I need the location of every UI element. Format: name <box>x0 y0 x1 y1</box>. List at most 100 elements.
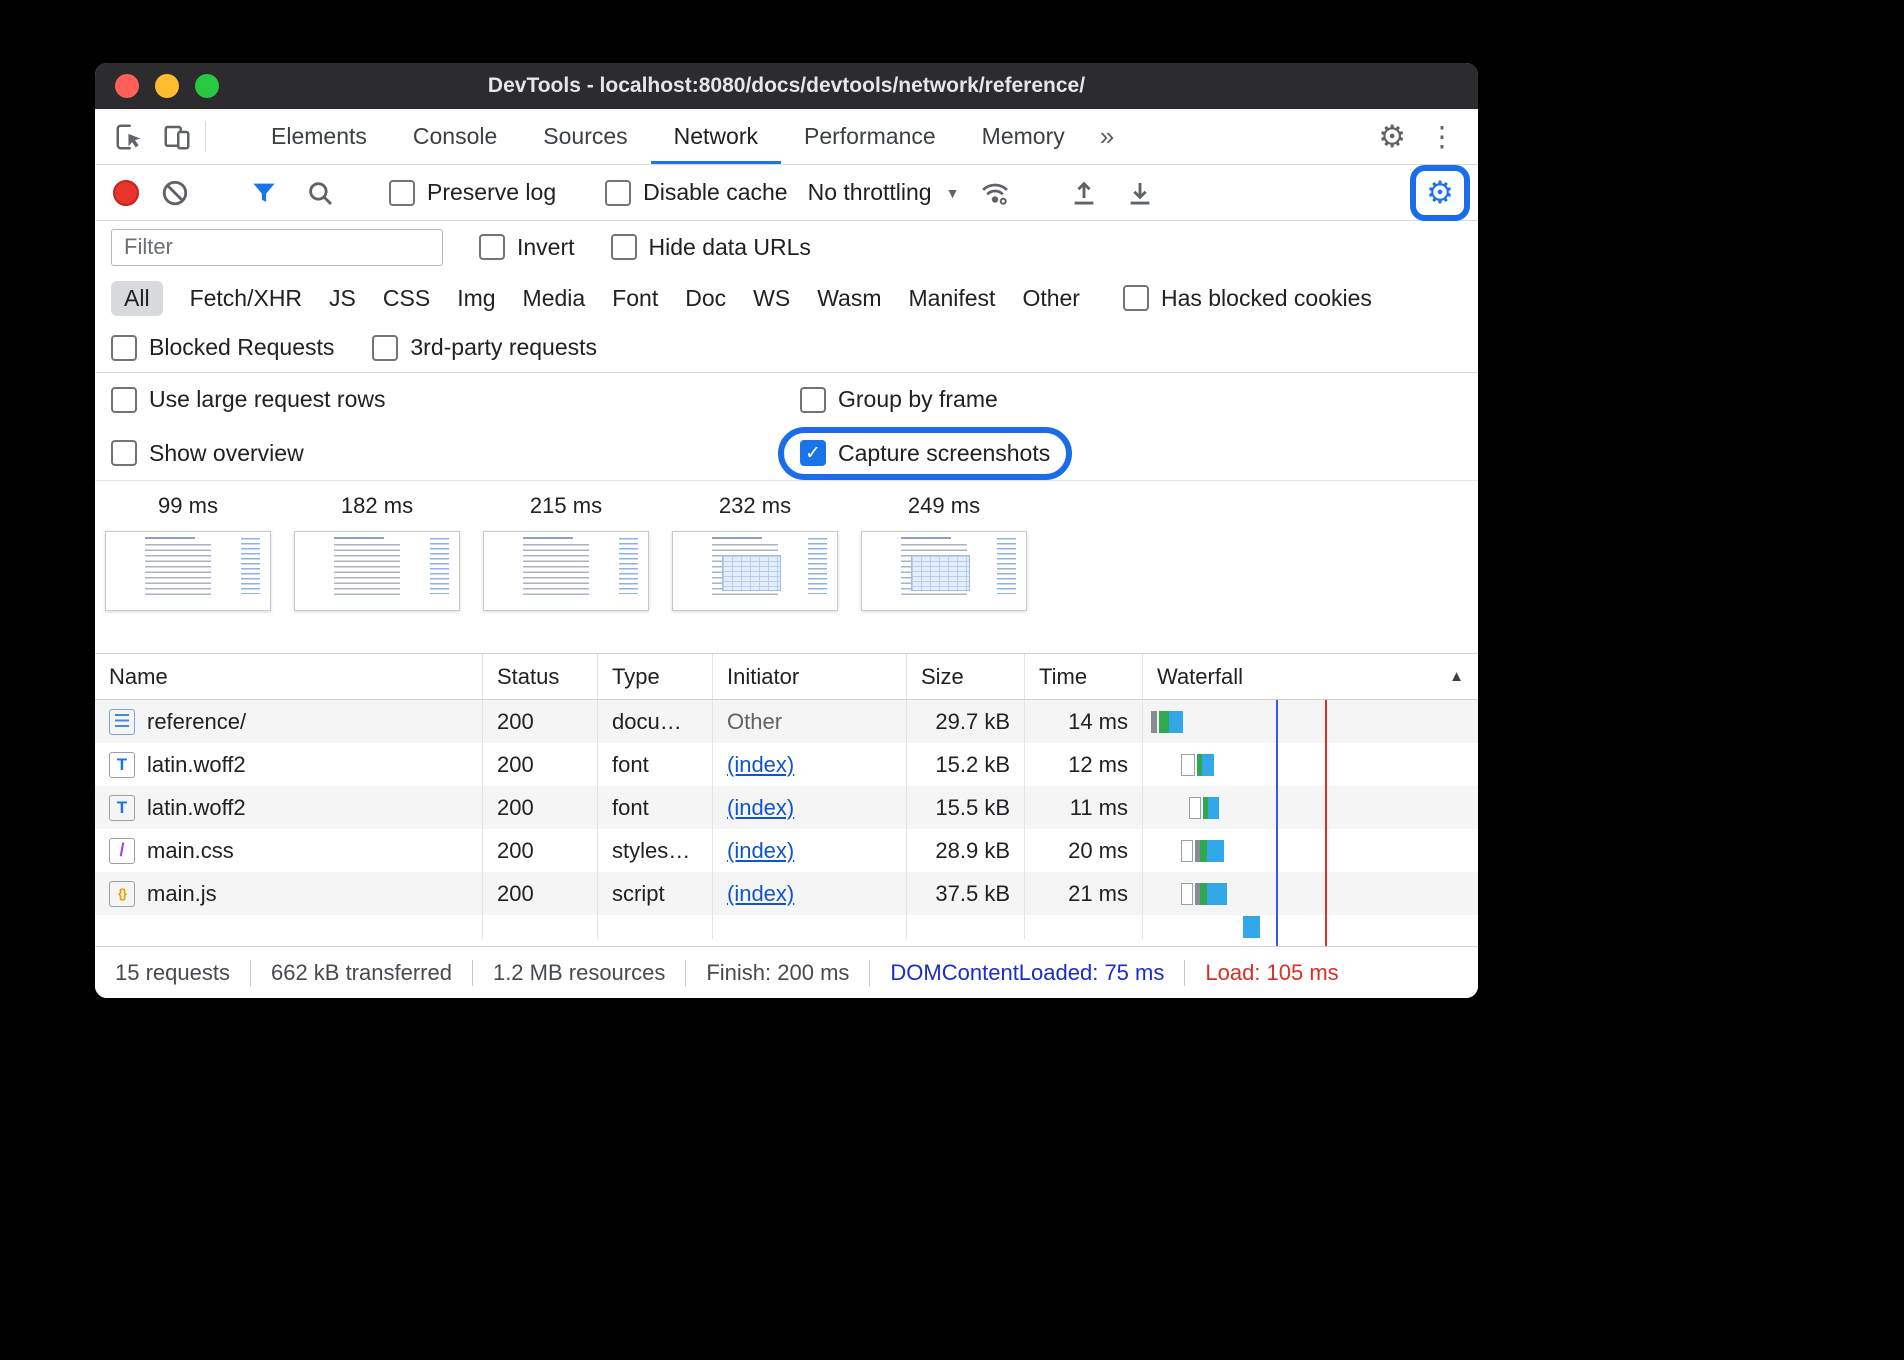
network-conditions-icon[interactable] <box>975 173 1015 213</box>
chip-wasm[interactable]: Wasm <box>817 285 881 312</box>
tab-performance[interactable]: Performance <box>781 109 959 164</box>
initiator-link[interactable]: (index) <box>727 795 794 821</box>
initiator-link[interactable]: (index) <box>727 752 794 778</box>
hide-data-urls-checkbox[interactable]: Hide data URLs <box>611 234 811 261</box>
checkbox[interactable] <box>479 234 505 260</box>
settings-gear-icon[interactable]: ⚙ <box>1378 121 1406 152</box>
name-cell: reference/ <box>95 700 483 743</box>
network-settings-gear-icon[interactable]: ⚙ <box>1420 173 1460 213</box>
import-har-icon[interactable] <box>1064 173 1104 213</box>
hide-data-urls-label: Hide data URLs <box>649 234 811 261</box>
chip-js[interactable]: JS <box>329 285 356 312</box>
tab-memory[interactable]: Memory <box>959 109 1088 164</box>
checkbox[interactable] <box>605 180 631 206</box>
filmstrip-thumbnail[interactable] <box>105 531 271 611</box>
preserve-log-label: Preserve log <box>427 179 556 206</box>
blocked-requests-checkbox[interactable]: Blocked Requests <box>111 334 334 361</box>
font-icon: T <box>109 752 135 778</box>
filmstrip-frame[interactable]: 182 ms <box>294 493 460 653</box>
checkbox[interactable] <box>1123 285 1149 311</box>
chip-img[interactable]: Img <box>457 285 495 312</box>
divider <box>1184 960 1185 986</box>
checkbox[interactable] <box>800 387 826 413</box>
request-name: main.js <box>147 881 217 907</box>
checkbox[interactable] <box>389 180 415 206</box>
table-row[interactable]: Tlatin.woff2200font(index)15.2 kB12 ms <box>95 743 1478 786</box>
thumb-skeleton-sidebar <box>430 538 450 594</box>
third-party-requests-checkbox[interactable]: 3rd-party requests <box>372 334 597 361</box>
tab-elements[interactable]: Elements <box>248 109 390 164</box>
chip-fetch-xhr[interactable]: Fetch/XHR <box>190 285 302 312</box>
chip-other[interactable]: Other <box>1022 285 1080 312</box>
filmstrip-frame[interactable]: 215 ms <box>483 493 649 653</box>
column-header-status[interactable]: Status <box>483 654 598 699</box>
column-header-initiator[interactable]: Initiator <box>713 654 907 699</box>
chip-css[interactable]: CSS <box>383 285 430 312</box>
chip-media[interactable]: Media <box>523 285 586 312</box>
tab-sources[interactable]: Sources <box>520 109 650 164</box>
filmstrip-frame[interactable]: 232 ms <box>672 493 838 653</box>
group-by-frame-checkbox[interactable]: Group by frame <box>800 386 1462 413</box>
minimize-window-button[interactable] <box>155 74 179 98</box>
more-tabs-chevron[interactable]: » <box>1088 109 1126 164</box>
preserve-log-checkbox[interactable]: Preserve log <box>389 179 556 206</box>
chip-manifest[interactable]: Manifest <box>909 285 996 312</box>
checkbox[interactable] <box>111 440 137 466</box>
search-icon[interactable] <box>300 173 340 213</box>
has-blocked-cookies-checkbox[interactable]: Has blocked cookies <box>1123 285 1372 312</box>
chip-ws[interactable]: WS <box>753 285 790 312</box>
thumb-skeleton-sidebar <box>241 538 261 594</box>
status-item: 15 requests <box>115 960 230 986</box>
filmstrip-thumbnail[interactable] <box>672 531 838 611</box>
use-large-request-rows-checkbox[interactable]: Use large request rows <box>111 386 800 413</box>
initiator-link[interactable]: (index) <box>727 881 794 907</box>
column-header-time[interactable]: Time <box>1025 654 1143 699</box>
divider <box>685 960 686 986</box>
invert-checkbox[interactable]: Invert <box>479 234 575 261</box>
chip-font[interactable]: Font <box>612 285 658 312</box>
waterfall-segment <box>1200 883 1207 905</box>
initiator-cell: (index) <box>713 786 907 829</box>
column-header-name[interactable]: Name <box>95 654 483 699</box>
kebab-menu-icon[interactable]: ⋮ <box>1428 123 1456 151</box>
table-row[interactable]: reference/200docu…Other29.7 kB14 ms <box>95 700 1478 743</box>
disable-cache-checkbox[interactable]: Disable cache <box>605 179 787 206</box>
table-row[interactable]: {}main.js200script(index)37.5 kB21 ms <box>95 872 1478 915</box>
table-row[interactable]: Tlatin.woff2200font(index)15.5 kB11 ms <box>95 786 1478 829</box>
checkbox[interactable] <box>111 335 137 361</box>
filmstrip-thumbnail[interactable] <box>294 531 460 611</box>
zoom-window-button[interactable] <box>195 74 219 98</box>
filmstrip-frame[interactable]: 99 ms <box>105 493 271 653</box>
inspect-cursor-icon[interactable] <box>109 117 149 157</box>
initiator-link[interactable]: (index) <box>727 838 794 864</box>
title-bar: DevTools - localhost:8080/docs/devtools/… <box>95 63 1478 109</box>
funnel-icon[interactable] <box>244 173 284 213</box>
column-label: Size <box>921 664 964 690</box>
filmstrip-thumbnail[interactable] <box>861 531 1027 611</box>
filmstrip-frame[interactable]: 249 ms <box>861 493 1027 653</box>
export-har-icon[interactable] <box>1120 173 1160 213</box>
clear-icon[interactable] <box>155 173 195 213</box>
throttling-dropdown[interactable]: No throttling ▼ <box>808 179 960 206</box>
tab-console[interactable]: Console <box>390 109 520 164</box>
filmstrip-thumbnail[interactable] <box>483 531 649 611</box>
show-overview-checkbox[interactable]: Show overview <box>111 440 800 467</box>
checkbox[interactable] <box>611 234 637 260</box>
sort-ascending-icon[interactable]: ▲ <box>1449 668 1464 685</box>
column-header-type[interactable]: Type <box>598 654 713 699</box>
table-row[interactable]: /main.css200styles…(index)28.9 kB20 ms <box>95 829 1478 872</box>
column-header-waterfall[interactable]: Waterfall▲ <box>1143 654 1478 699</box>
column-header-size[interactable]: Size <box>907 654 1025 699</box>
checkbox[interactable] <box>372 335 398 361</box>
tab-network[interactable]: Network <box>651 109 781 164</box>
chip-doc[interactable]: Doc <box>685 285 726 312</box>
record-icon[interactable] <box>113 180 139 206</box>
device-toolbar-icon[interactable] <box>157 117 197 157</box>
chip-all[interactable]: All <box>111 281 163 316</box>
close-window-button[interactable] <box>115 74 139 98</box>
filter-input[interactable] <box>111 229 443 266</box>
checkbox-checked[interactable] <box>800 440 826 466</box>
capture-screenshots-checkbox[interactable]: Capture screenshots <box>800 440 1050 467</box>
chevron-down-icon: ▼ <box>946 185 960 201</box>
checkbox[interactable] <box>111 387 137 413</box>
